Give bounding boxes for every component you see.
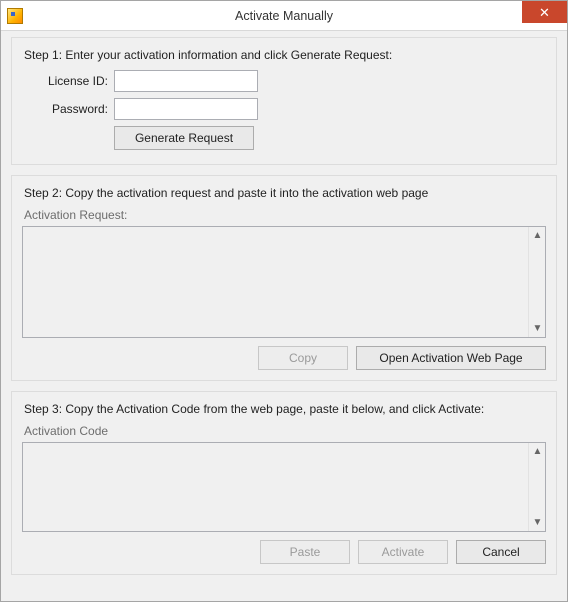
scrollbar[interactable]: ▲ ▼ [528, 227, 545, 337]
scroll-up-icon[interactable]: ▲ [529, 443, 546, 460]
step3-group: Step 3: Copy the Activation Code from th… [11, 391, 557, 575]
activate-button[interactable]: Activate [358, 540, 448, 564]
activation-request-value [23, 227, 528, 337]
close-button[interactable]: ✕ [522, 1, 567, 23]
step2-group: Step 2: Copy the activation request and … [11, 175, 557, 381]
scroll-down-icon[interactable]: ▼ [529, 320, 546, 337]
step2-heading: Step 2: Copy the activation request and … [24, 186, 546, 200]
close-icon: ✕ [539, 6, 550, 19]
step3-heading: Step 3: Copy the Activation Code from th… [24, 402, 546, 416]
activation-code-label: Activation Code [24, 424, 546, 438]
license-label: License ID: [22, 74, 108, 88]
cancel-button[interactable]: Cancel [456, 540, 546, 564]
step3-button-row: Paste Activate Cancel [22, 540, 546, 564]
activation-request-textarea[interactable]: ▲ ▼ [22, 226, 546, 338]
scroll-up-icon[interactable]: ▲ [529, 227, 546, 244]
license-row: License ID: [22, 70, 546, 92]
password-input[interactable] [114, 98, 258, 120]
generate-request-button[interactable]: Generate Request [114, 126, 254, 150]
password-row: Password: [22, 98, 546, 120]
step1-group: Step 1: Enter your activation informatio… [11, 37, 557, 165]
step2-button-row: Copy Open Activation Web Page [22, 346, 546, 370]
titlebar: Activate Manually ✕ [1, 1, 567, 31]
window-title: Activate Manually [1, 9, 567, 23]
license-id-input[interactable] [114, 70, 258, 92]
activation-code-value [23, 443, 528, 531]
open-activation-web-page-button[interactable]: Open Activation Web Page [356, 346, 546, 370]
scroll-down-icon[interactable]: ▼ [529, 514, 546, 531]
app-icon [7, 8, 23, 24]
activation-request-label: Activation Request: [24, 208, 546, 222]
paste-button[interactable]: Paste [260, 540, 350, 564]
step1-heading: Step 1: Enter your activation informatio… [24, 48, 546, 62]
scrollbar[interactable]: ▲ ▼ [528, 443, 545, 531]
copy-button[interactable]: Copy [258, 346, 348, 370]
activate-manually-dialog: Activate Manually ✕ Step 1: Enter your a… [0, 0, 568, 602]
client-area: Step 1: Enter your activation informatio… [1, 31, 567, 595]
password-label: Password: [22, 102, 108, 116]
activation-code-textarea[interactable]: ▲ ▼ [22, 442, 546, 532]
